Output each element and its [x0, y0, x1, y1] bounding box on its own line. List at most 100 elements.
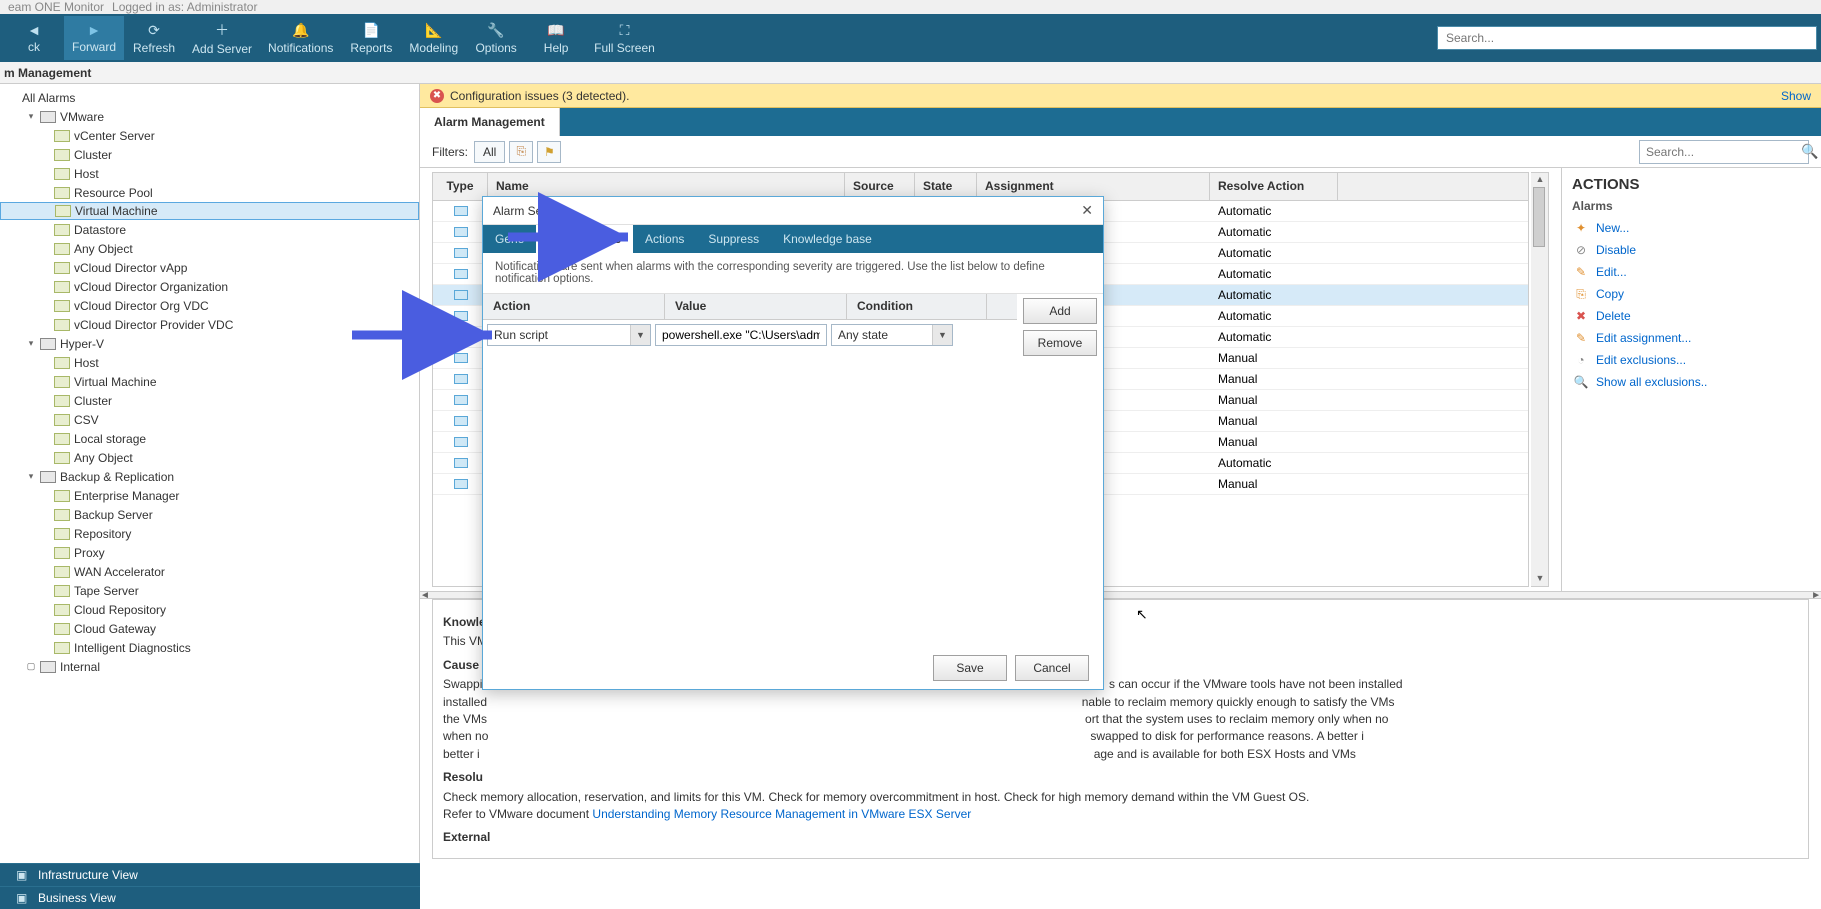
notifications-button[interactable]: 🔔Notifications [260, 16, 341, 60]
modeling-icon: 📐 [425, 22, 442, 39]
tree-group-backup-replication[interactable]: ▾Backup & Replication [0, 467, 419, 486]
forward-icon: ► [87, 22, 101, 38]
action-edit-assignment-[interactable]: ✎Edit assignment... [1572, 327, 1811, 349]
view-switcher: ▣Infrastructure View ▣Business View [0, 863, 420, 909]
tree-root-all-alarms[interactable]: All Alarms [0, 88, 419, 107]
filter-icon-1[interactable]: ⎘ [509, 141, 533, 163]
action-copy[interactable]: ⎘Copy [1572, 283, 1811, 305]
condition-select[interactable]: Any state▼ [831, 324, 953, 346]
action-show-all-exclusions-[interactable]: 🔍Show all exclusions.. [1572, 371, 1811, 393]
tree-item-local-storage[interactable]: Local storage [0, 429, 419, 448]
tree-group-vmware[interactable]: ▾VMware [0, 107, 419, 126]
tab-alarm-management[interactable]: Alarm Management [420, 108, 560, 136]
add-server-button[interactable]: ＋Add Server [184, 16, 260, 60]
notif-button-column: Add Remove [1017, 294, 1103, 647]
business-icon: ▣ [16, 891, 30, 905]
tree-item-vcenter-server[interactable]: vCenter Server [0, 126, 419, 145]
actions-title: ACTIONS [1572, 176, 1811, 193]
actions-panel: ACTIONS Alarms ✦New...⊘Disable✎Edit...⎘C… [1561, 168, 1821, 591]
tree-item-datastore[interactable]: Datastore [0, 220, 419, 239]
tab-notifications[interactable]: Notifications [536, 225, 633, 253]
add-button[interactable]: Add [1023, 298, 1097, 324]
tab-actions[interactable]: Actions [633, 225, 696, 253]
tree-item-cluster[interactable]: Cluster [0, 391, 419, 410]
filter-all[interactable]: All [474, 141, 505, 163]
action-select[interactable]: Run script▼ [487, 324, 651, 346]
business-view-button[interactable]: ▣Business View [0, 886, 420, 909]
infrastructure-view-button[interactable]: ▣Infrastructure View [0, 863, 420, 886]
tab-general[interactable]: Gene [483, 225, 536, 253]
tree-item-csv[interactable]: CSV [0, 410, 419, 429]
banner-show-link[interactable]: Show [1781, 89, 1811, 103]
tree-item-host[interactable]: Host [0, 353, 419, 372]
col-resolve[interactable]: Resolve Action [1210, 173, 1338, 200]
tree-item-cloud-gateway[interactable]: Cloud Gateway [0, 619, 419, 638]
tab-suppress[interactable]: Suppress [696, 225, 771, 253]
action-new-[interactable]: ✦New... [1572, 217, 1811, 239]
dialog-title: Alarm Settings [493, 204, 571, 218]
refresh-button[interactable]: ⟳Refresh [124, 16, 184, 60]
detail-external-heading: External [443, 829, 1798, 846]
grid-scrollbar[interactable]: ▲ ▼ [1531, 172, 1549, 587]
notif-col-condition: Condition [847, 294, 987, 319]
server-icon [40, 661, 56, 673]
tree-item-proxy[interactable]: Proxy [0, 543, 419, 562]
action-delete[interactable]: ✖Delete [1572, 305, 1811, 327]
modeling-button[interactable]: 📐Modeling [401, 16, 466, 60]
options-button[interactable]: 🔧Options [466, 16, 526, 60]
tree-item-any-object[interactable]: Any Object [0, 239, 419, 258]
tree-item-virtual-machine[interactable]: Virtual Machine [0, 202, 419, 220]
back-button[interactable]: ◄ck [4, 16, 64, 60]
tree-item-host[interactable]: Host [0, 164, 419, 183]
tree-group-hyper-v[interactable]: ▾Hyper-V [0, 334, 419, 353]
tree-item-any-object[interactable]: Any Object [0, 448, 419, 467]
error-icon: ✖ [430, 89, 444, 103]
config-issues-banner: ✖ Configuration issues (3 detected). Sho… [420, 84, 1821, 108]
forward-button[interactable]: ►Forward [64, 16, 124, 60]
close-icon[interactable]: ✕ [1081, 202, 1093, 219]
dialog-titlebar[interactable]: Alarm Settings ✕ [483, 197, 1103, 225]
tree-item-vcloud-director-vapp[interactable]: vCloud Director vApp [0, 258, 419, 277]
grid-search: 🔍 [1639, 140, 1809, 164]
tree-item-tape-server[interactable]: Tape Server [0, 581, 419, 600]
tree-item-vcloud-director-org-vdc[interactable]: vCloud Director Org VDC [0, 296, 419, 315]
cancel-button[interactable]: Cancel [1015, 655, 1089, 681]
search-icon[interactable]: 🔍 [1801, 143, 1818, 160]
tree-internal[interactable]: ▢Internal [0, 657, 419, 676]
reports-button[interactable]: 📄Reports [341, 16, 401, 60]
help-button[interactable]: 📖Help [526, 16, 586, 60]
fullscreen-button[interactable]: ⛶Full Screen [586, 16, 663, 60]
bell-icon: 🔔 [292, 22, 309, 39]
vmware-doc-link[interactable]: Understanding Memory Resource Management… [592, 807, 971, 821]
tree-item-intelligent-diagnostics[interactable]: Intelligent Diagnostics [0, 638, 419, 657]
ribbon-toolbar: ◄ck ►Forward ⟳Refresh ＋Add Server 🔔Notif… [0, 14, 1821, 62]
notif-grid-header: Action Value Condition [483, 294, 1017, 320]
value-input[interactable] [655, 324, 827, 346]
remove-button[interactable]: Remove [1023, 330, 1097, 356]
col-type[interactable]: Type [433, 173, 488, 200]
login-status: Logged in as: Administrator [112, 0, 257, 14]
save-button[interactable]: Save [933, 655, 1007, 681]
grid-search-input[interactable] [1646, 145, 1801, 159]
tree-item-virtual-machine[interactable]: Virtual Machine [0, 372, 419, 391]
tree-item-cloud-repository[interactable]: Cloud Repository [0, 600, 419, 619]
scroll-down-icon[interactable]: ▼ [1534, 573, 1546, 585]
scroll-thumb[interactable] [1533, 187, 1545, 247]
tree-item-repository[interactable]: Repository [0, 524, 419, 543]
tree-item-resource-pool[interactable]: Resource Pool [0, 183, 419, 202]
global-search-input[interactable] [1437, 26, 1817, 50]
tree-item-vcloud-director-provider-vdc[interactable]: vCloud Director Provider VDC [0, 315, 419, 334]
tree-item-enterprise-manager[interactable]: Enterprise Manager [0, 486, 419, 505]
title-bar: eam ONE Monitor Logged in as: Administra… [0, 0, 1821, 14]
app-name: eam ONE Monitor [8, 0, 104, 14]
tree-item-vcloud-director-organization[interactable]: vCloud Director Organization [0, 277, 419, 296]
action-edit-[interactable]: ✎Edit... [1572, 261, 1811, 283]
tree-item-backup-server[interactable]: Backup Server [0, 505, 419, 524]
filter-icon-2[interactable]: ⚑ [537, 141, 561, 163]
scroll-up-icon[interactable]: ▲ [1534, 174, 1546, 186]
tree-item-wan-accelerator[interactable]: WAN Accelerator [0, 562, 419, 581]
action-disable[interactable]: ⊘Disable [1572, 239, 1811, 261]
action-edit-exclusions-[interactable]: ◔Edit exclusions... [1572, 349, 1811, 371]
tab-knowledge-base[interactable]: Knowledge base [771, 225, 884, 253]
tree-item-cluster[interactable]: Cluster [0, 145, 419, 164]
